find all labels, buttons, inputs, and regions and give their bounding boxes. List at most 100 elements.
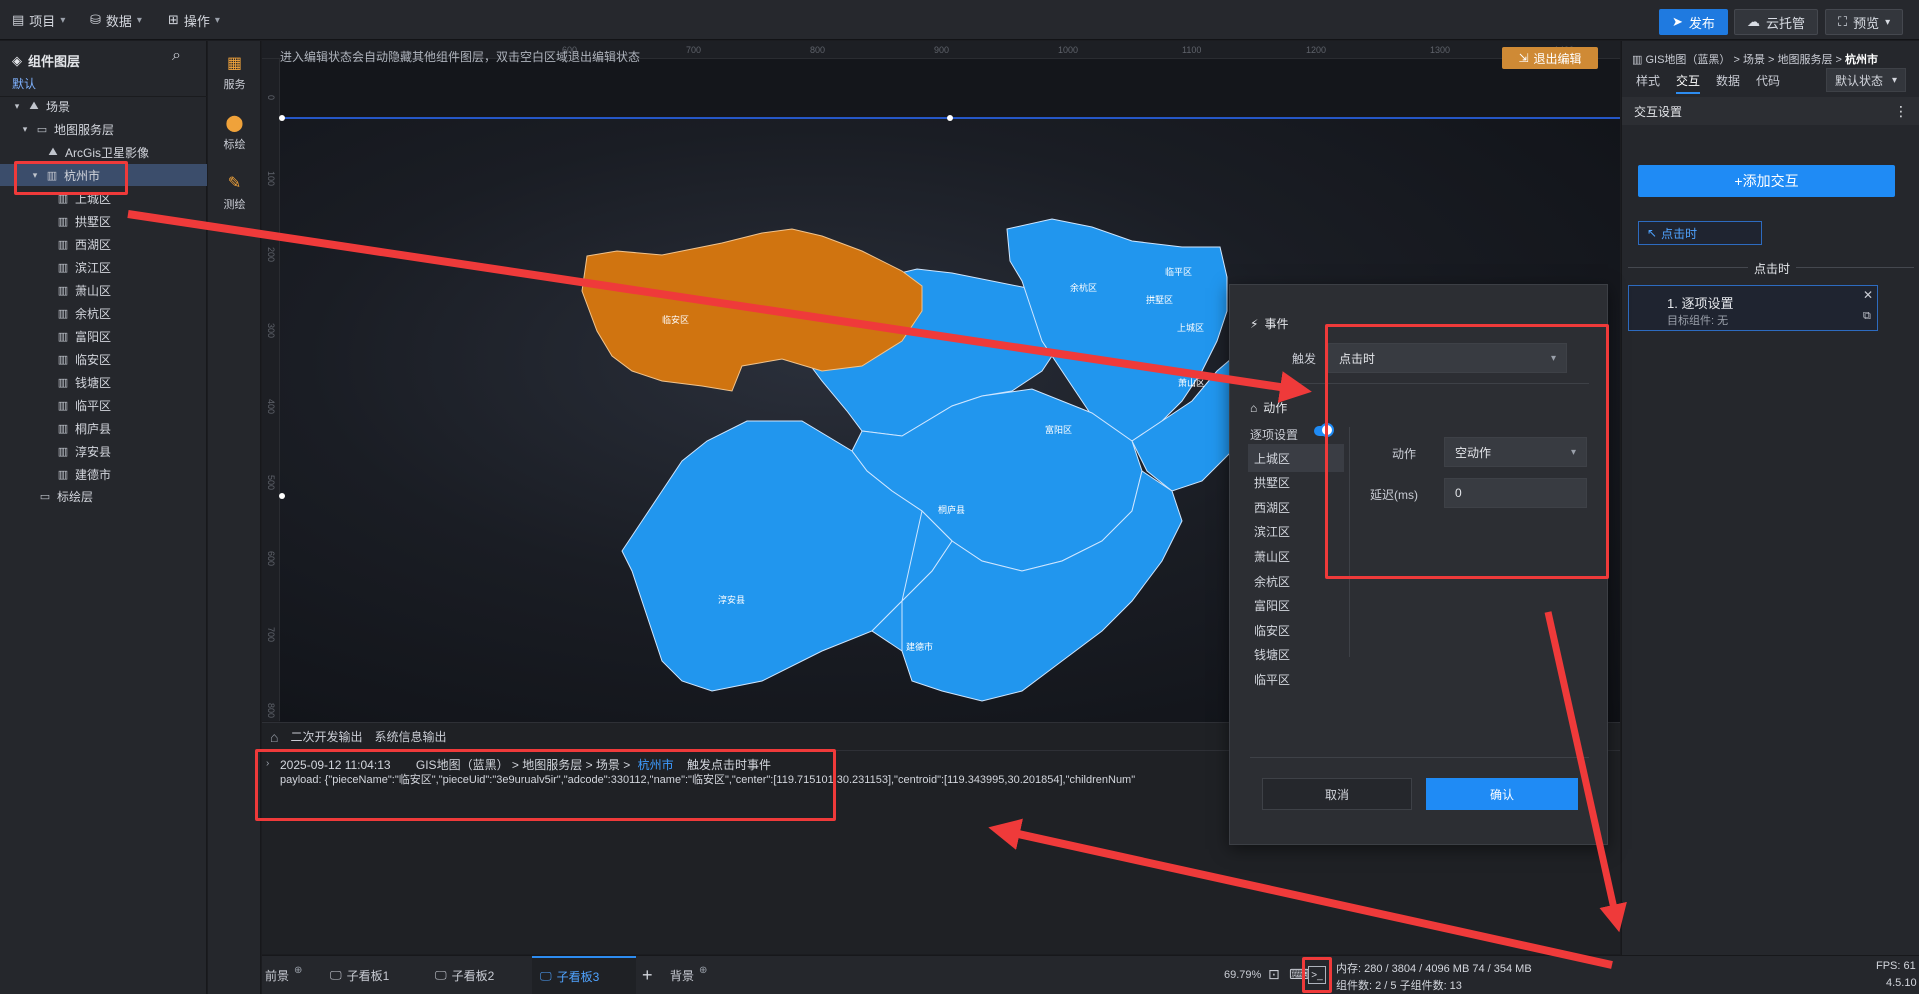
map-icon: ▥ [57,445,69,458]
chevron-down-icon: ▾ [214,14,220,26]
state-select[interactable]: 默认状态 ▾ [1826,68,1906,92]
tab-board-3[interactable]: 🖵 子看板3 [532,956,636,994]
tree-item-district[interactable]: ▥ 萧山区 [0,279,207,301]
layer-panel-header: ◈ 组件图层 [12,52,81,70]
per-item-label: 逐项设置 [1250,428,1299,442]
chevron-down-icon: ▾ [1891,74,1897,86]
lightning-icon: ⚡ [1250,316,1259,331]
tool-strip: ▦ 服务 ⬤ 标绘 ✎ 测绘 [208,41,261,994]
tree-item-district[interactable]: ▥ 余杭区 [0,302,207,324]
grid-icon: ⊞ [168,12,179,27]
cloud-icon: ☁ [1747,14,1760,29]
label-jiande: 建德市 [906,641,933,652]
tab-board-2[interactable]: 🖵 子看板2 [427,956,527,994]
tree-item-district[interactable]: ▥ 建德市 [0,463,207,485]
interaction-settings-header: 交互设置 ⋮ [1622,97,1919,125]
monitor-icon: 🖵 [540,969,552,983]
dialog-item[interactable]: 临平区 [1248,665,1344,693]
tree-item-district[interactable]: ▥ 淳安县 [0,440,207,462]
trigger-chip[interactable]: ↖ 点击时 [1638,221,1762,245]
annotation-highlight-box [1325,324,1609,579]
layer-panel: ◈ 组件图层 ⌕ 默认 ▾ ⛰ 场景 ▾ ▭ 地图服务层 ⛰ ArcGis卫星影… [0,41,207,994]
strip-plot[interactable]: ⬤ 标绘 [208,113,261,152]
tree-item-plot-layer[interactable]: ▭ 标绘层 [0,485,207,507]
tab-interaction[interactable]: 交互 [1676,72,1701,94]
add-circle-icon[interactable]: ⊕ [699,965,707,976]
tree-item-map-service-layer[interactable]: ▾ ▭ 地图服务层 [0,118,207,140]
caret-down-icon: ▾ [22,123,28,134]
tree-item-district[interactable]: ▥ 富阳区 [0,325,207,347]
cloud-host-button[interactable]: ☁ 云托管 [1734,9,1819,35]
file-icon: ▤ [12,12,25,27]
layers-icon: ◈ [12,52,22,68]
component-count: 组件数: 2 / 5 子组件数: 13 [1336,980,1462,992]
tab-background[interactable]: 背景 ⊕ [670,956,707,994]
tab-style[interactable]: 样式 [1636,72,1660,94]
menu-data[interactable]: ⛁ 数据 ▾ [90,9,142,31]
send-icon: ➤ [1672,14,1683,29]
add-interaction-button[interactable]: +添加交互 [1638,165,1895,197]
tab-data[interactable]: 数据 [1716,72,1740,94]
label-shangcheng: 上城区 [1177,323,1204,333]
tab-code[interactable]: 代码 [1756,72,1780,94]
more-vertical-icon[interactable]: ⋮ [1894,103,1908,120]
chevron-down-icon: ▾ [60,14,66,26]
tree-item-district[interactable]: ▥ 拱墅区 [0,210,207,232]
fullscreen-icon: ⛶ [1838,14,1848,29]
map-icon: ▥ [57,215,69,228]
tree-item-district[interactable]: ▥ 桐庐县 [0,417,207,439]
tree-item-scene[interactable]: ▾ ⛰ 场景 [0,95,207,117]
label-yuhang: 余杭区 [1070,282,1097,293]
tab-default[interactable]: 默认 [12,75,36,92]
action-section-title: ⌂ 动作 [1250,400,1288,416]
close-icon[interactable]: ✕ [1863,288,1873,302]
memory-stats: 内存: 280 / 3804 / 4096 MB 74 / 354 MB [1336,963,1532,975]
tree-item-district[interactable]: ▥ 滨江区 [0,256,207,278]
trigger-label: 触发 [1292,352,1317,366]
tab-dev-output[interactable]: 二次开发输出 [290,728,362,745]
tab-system-output[interactable]: 系统信息输出 [374,728,446,745]
clear-basket-icon[interactable]: ⌂ [270,729,278,745]
zoom-level[interactable]: 69.79% [1224,969,1261,981]
fit-screen-icon[interactable]: ⊡ [1268,966,1280,983]
folder-icon: ▭ [39,490,51,503]
copy-icon[interactable]: ⧉ [1863,310,1871,323]
map-icon: ▥ [57,330,69,343]
menu-project[interactable]: ▤ 项目 ▾ [12,9,65,31]
interaction-card-title: 1. 逐项设置 [1667,296,1734,311]
menu-operate[interactable]: ⊞ 操作 ▾ [168,9,220,31]
preview-button[interactable]: ⛶ 预览 ▾ [1825,9,1904,35]
annotation-highlight-box [14,161,128,195]
tab-board-1[interactable]: 🖵 子看板1 [322,956,422,994]
map-icon: ▥ [57,422,69,435]
selection-handle [279,493,285,499]
version-label: 4.5.10 [1886,977,1917,989]
add-board-button[interactable]: + [642,956,653,994]
tree-item-district[interactable]: ▥ 钱塘区 [0,371,207,393]
add-circle-icon[interactable]: ⊕ [294,965,302,976]
label-chunan: 淳安县 [718,594,745,605]
map-icon: ▥ [57,284,69,297]
map-icon: ▥ [57,468,69,481]
tree-item-district[interactable]: ▥ 西湖区 [0,233,207,255]
bottom-bar: 前景 ⊕ 🖵 子看板1 🖵 子看板2 🖵 子看板3 + 背景 ⊕ 69.79% … [262,955,1919,994]
strip-measure[interactable]: ✎ 测绘 [208,173,261,212]
top-toolbar: ▤ 项目 ▾ ⛁ 数据 ▾ ⊞ 操作 ▾ ➤ 发布 ☁ 云托管 ⛶ 预览 ▾ [0,0,1919,40]
breadcrumb: ▥ GIS地图（蓝黑） > 场景 > 地图服务层 > 杭州市 [1632,54,1879,66]
tree-item-district[interactable]: ▥ 临安区 [0,348,207,370]
tree-item-district[interactable]: ▥ 临平区 [0,394,207,416]
publish-button[interactable]: ➤ 发布 [1659,9,1728,35]
interaction-card[interactable]: 1. 逐项设置 目标组件: 无 ✕ ⧉ [1628,285,1878,331]
tree-item-arcgis[interactable]: ⛰ ArcGis卫星影像 [0,141,207,163]
confirm-button[interactable]: 确认 [1426,778,1578,810]
trigger-divider: 点击时 [1628,260,1914,277]
search-icon[interactable]: ⌕ [172,47,181,65]
selection-handle [947,115,953,121]
tab-foreground[interactable]: 前景 ⊕ [265,956,302,994]
map-icon: ▥ [57,261,69,274]
cancel-button[interactable]: 取消 [1262,778,1412,810]
strip-service[interactable]: ▦ 服务 [208,53,261,92]
property-tabs: 样式 交互 数据 代码 [1636,72,1780,94]
folder-icon: ▭ [36,123,48,136]
chevron-down-icon: ▾ [136,14,142,26]
